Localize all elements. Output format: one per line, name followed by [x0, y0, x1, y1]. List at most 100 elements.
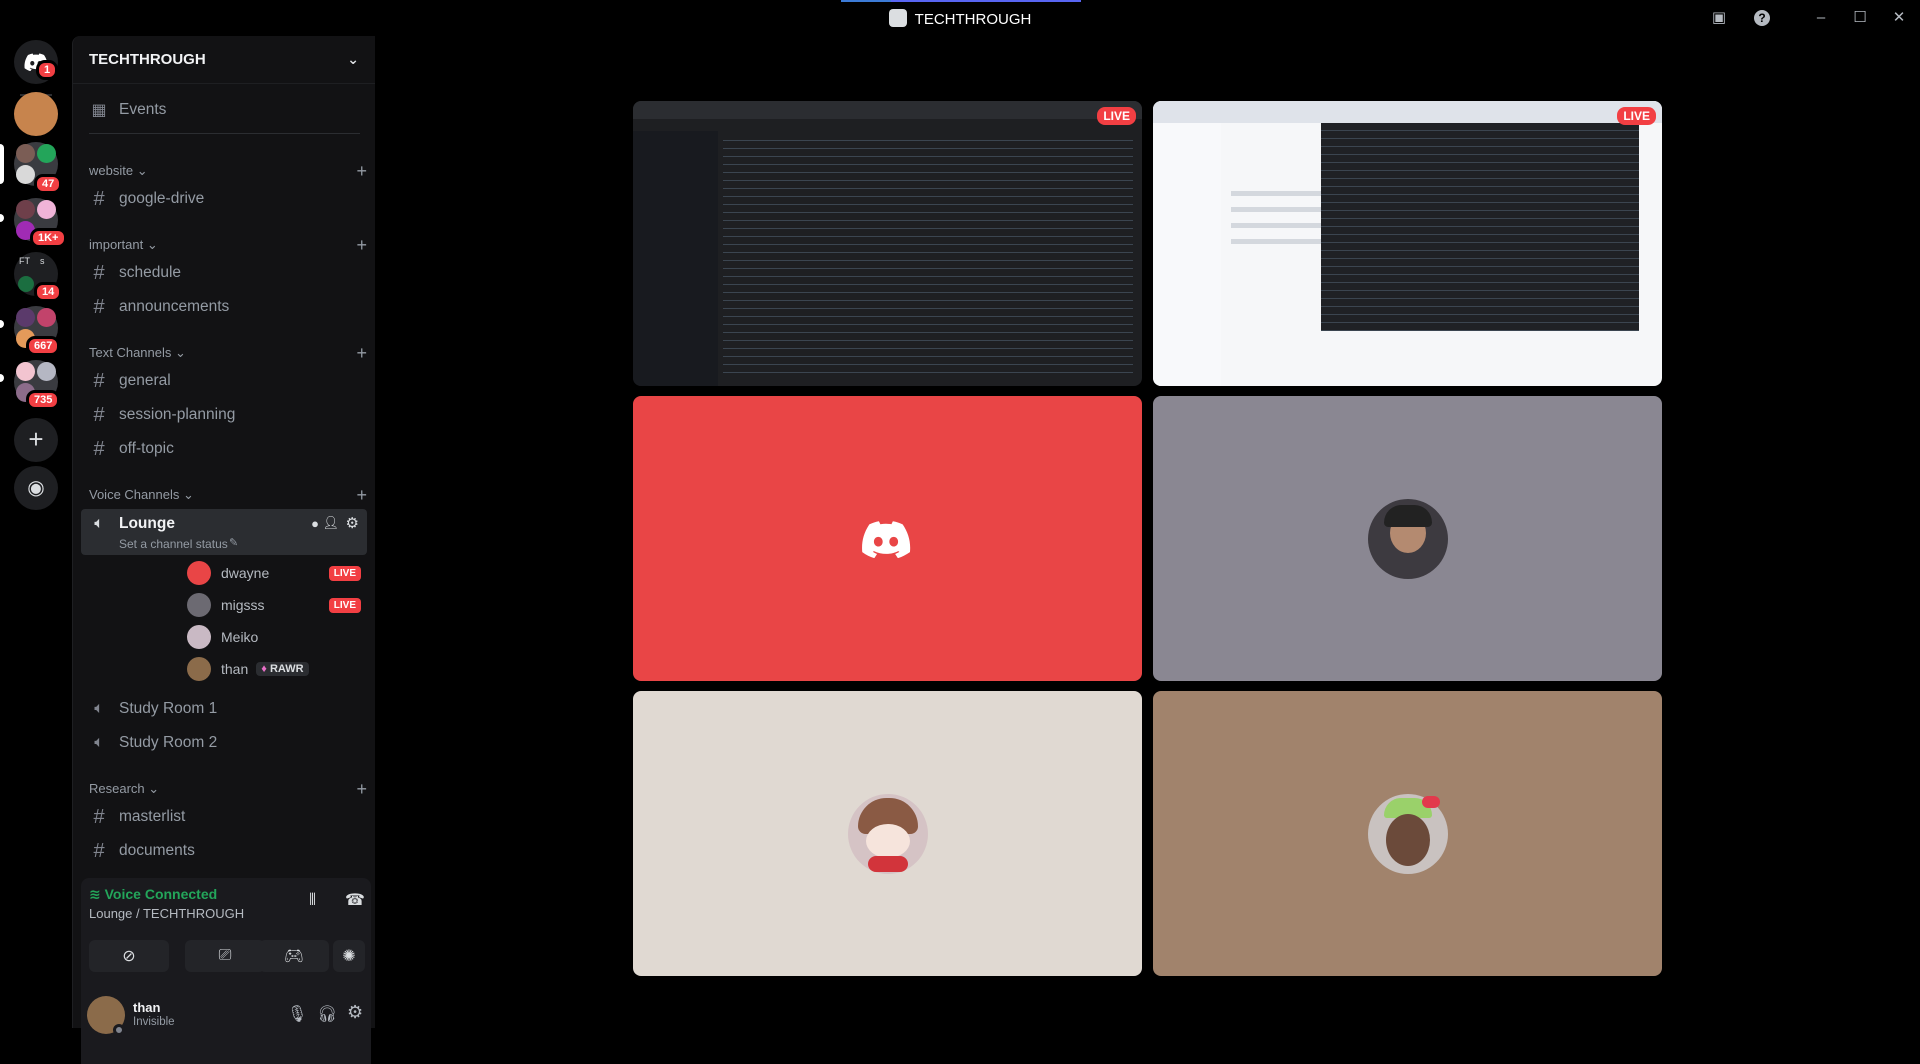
home-badge: 1 — [36, 60, 59, 80]
category-label: Text Channels — [89, 345, 172, 360]
stream-tile-migsss[interactable]: LIVE — [1153, 101, 1662, 386]
channel-lounge[interactable]: 🔈︎ Lounge Set a channel status ✎ ● 👤︎ ⚙ — [81, 509, 367, 555]
channel-label: masterlist — [119, 808, 186, 825]
stream-tile-dwayne[interactable]: LIVE — [633, 101, 1142, 386]
speaker-icon: 🔈︎ — [94, 515, 104, 532]
channel-label: documents — [119, 842, 195, 859]
camera-off-icon: ⊘ — [122, 948, 136, 965]
camera-button[interactable]: ⊘ — [89, 940, 169, 972]
category-voice-channels[interactable]: Voice Channels ⌄ + — [89, 485, 367, 505]
soundboard-icon: ✺ — [342, 948, 356, 965]
avatar — [187, 593, 211, 617]
events-item[interactable]: ▦ Events — [81, 94, 367, 126]
category-important[interactable]: important ⌄ + — [89, 235, 367, 255]
unread-pill — [0, 214, 4, 222]
channel-status-text[interactable]: Set a channel status — [119, 537, 228, 551]
add-channel-icon[interactable]: + — [356, 343, 367, 364]
events-label: Events — [119, 101, 167, 118]
voice-member-than[interactable]: than ♦ RAWR — [187, 656, 309, 682]
microphone-icon[interactable]: 🎙︎ — [287, 1004, 307, 1024]
category-research[interactable]: Research ⌄ + — [89, 779, 367, 799]
hash-icon: # — [93, 839, 105, 862]
guild-header[interactable]: TECHTHROUGH ⌄ — [73, 36, 375, 84]
discover-button[interactable]: ◉ — [14, 466, 58, 510]
channel-study-room-1[interactable]: 🔈︎ Study Room 1 — [81, 693, 367, 725]
channel-masterlist[interactable]: # masterlist — [81, 801, 367, 833]
code-editor-window — [1321, 123, 1639, 331]
channel-label: Study Room 2 — [119, 734, 218, 751]
participant-tile-than[interactable] — [1153, 691, 1662, 976]
voice-panel: ≋ Voice Connected Lounge / TECHTHROUGH ⦀… — [81, 878, 371, 1064]
avatar — [1367, 498, 1448, 579]
channel-label: off-topic — [119, 440, 174, 457]
window-title-text: TECHTHROUGH — [914, 11, 1032, 28]
server-2-badge: 47 — [34, 174, 63, 194]
soundboard-button[interactable]: ✺ — [333, 940, 365, 972]
voice-member-dwayne[interactable]: dwayne — [187, 560, 269, 586]
close-icon[interactable]: ✕ — [1889, 8, 1909, 28]
voice-member-migsss[interactable]: migsss — [187, 592, 265, 618]
add-server-button[interactable]: + — [14, 418, 58, 462]
tag-icon: ♦ — [261, 663, 267, 675]
unread-pill-2 — [0, 320, 4, 328]
channel-session-planning[interactable]: # session-planning — [81, 399, 367, 431]
speaker-icon: 🔈︎ — [94, 700, 104, 717]
drive-row — [1231, 223, 1331, 228]
minimize-icon[interactable]: – — [1811, 8, 1831, 28]
browser-tabbar — [1153, 101, 1662, 123]
member-name: Meiko — [221, 629, 259, 645]
participant-tile-migsss[interactable] — [1153, 396, 1662, 681]
participant-tile-meiko[interactable] — [633, 691, 1142, 976]
channel-general[interactable]: # general — [81, 365, 367, 397]
participant-tile-dwayne[interactable] — [633, 396, 1142, 681]
channel-label: Study Room 1 — [119, 700, 218, 717]
unread-pill-3 — [0, 374, 4, 382]
category-text-channels[interactable]: Text Channels ⌄ + — [89, 343, 367, 363]
headphones-icon[interactable]: 🎧︎ — [317, 1004, 337, 1024]
channel-announcements[interactable]: # announcements — [81, 291, 367, 323]
avatar — [187, 561, 211, 585]
category-label: Voice Channels — [89, 487, 180, 502]
voice-location[interactable]: Lounge / TECHTHROUGH — [89, 906, 244, 921]
activity-button[interactable]: 🎮︎ — [259, 940, 329, 972]
live-badge: LIVE — [1617, 107, 1656, 125]
add-channel-icon[interactable]: + — [356, 235, 367, 256]
channel-google-drive[interactable]: # google-drive — [81, 183, 367, 215]
hash-icon: # — [93, 261, 105, 284]
server-5-badge: 667 — [26, 336, 61, 356]
avatar — [187, 657, 211, 681]
user-settings-icon[interactable]: ⚙ — [347, 1002, 363, 1023]
chat-icon[interactable]: ● — [311, 516, 319, 531]
share-screen-button[interactable]: ⎚ — [185, 940, 265, 972]
maximize-icon[interactable]: ☐ — [1850, 8, 1870, 28]
add-channel-icon[interactable]: + — [356, 161, 367, 182]
invite-icon[interactable]: 👤︎ — [322, 515, 339, 531]
hash-icon: # — [93, 369, 105, 392]
disconnect-icon[interactable]: ☎ — [345, 890, 365, 910]
channel-off-topic[interactable]: # off-topic — [81, 433, 367, 465]
drive-sidebar — [1153, 123, 1221, 386]
hash-icon: # — [93, 295, 105, 318]
channel-label: schedule — [119, 264, 182, 281]
inbox-icon[interactable]: ▣ — [1709, 8, 1729, 28]
category-label: Research — [89, 781, 145, 796]
avatar — [847, 793, 928, 874]
channel-label: announcements — [119, 298, 230, 315]
channel-study-room-2[interactable]: 🔈︎ Study Room 2 — [81, 727, 367, 759]
chevron-down-icon: ⌄ — [347, 51, 359, 67]
screen-share-icon: ⎚ — [218, 947, 232, 964]
server-icon-1[interactable] — [14, 92, 58, 136]
category-website[interactable]: website ⌄ + — [89, 161, 367, 181]
channel-documents[interactable]: # documents — [81, 835, 367, 867]
gear-icon[interactable]: ⚙ — [346, 514, 359, 532]
noise-suppression-icon[interactable]: ⦀ — [309, 892, 316, 910]
hash-icon: # — [93, 187, 105, 210]
voice-member-meiko[interactable]: Meiko — [187, 624, 258, 650]
add-channel-icon[interactable]: + — [356, 485, 367, 506]
calendar-icon: ▦ — [91, 102, 107, 119]
add-channel-icon[interactable]: + — [356, 779, 367, 800]
channel-schedule[interactable]: # schedule — [81, 257, 367, 289]
help-icon[interactable]: ? — [1752, 8, 1772, 28]
pencil-icon[interactable]: ✎ — [229, 536, 238, 549]
signal-icon: ≋ — [89, 886, 101, 902]
